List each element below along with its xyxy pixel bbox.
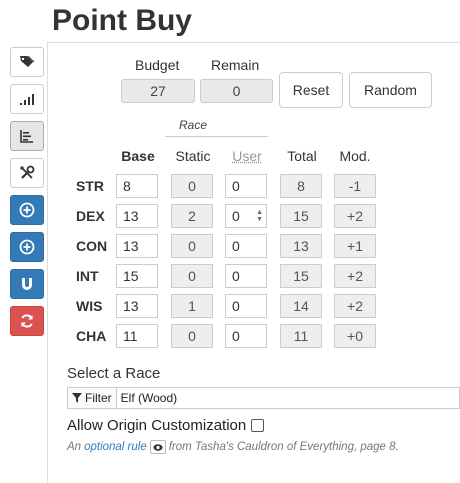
- origin-label: Allow Origin Customization: [67, 417, 247, 434]
- user-input[interactable]: 0: [225, 174, 267, 198]
- total-value: 15: [280, 204, 322, 228]
- race-select-input[interactable]: Elf (Wood): [121, 391, 177, 405]
- origin-row: Allow Origin Customization: [67, 417, 265, 434]
- eye-icon: [153, 443, 163, 451]
- mod-value: +2: [334, 204, 376, 228]
- note-prefix: An: [67, 441, 82, 453]
- stat-label: CON: [76, 238, 108, 254]
- total-value: 13: [280, 234, 322, 258]
- user-input[interactable]: 0: [225, 264, 267, 288]
- note-suffix: from Tasha's Cauldron of Everything, pag…: [168, 441, 399, 453]
- budget-value: 27: [121, 79, 195, 103]
- static-value: 0: [171, 174, 213, 198]
- header-mod: Mod.: [339, 148, 371, 164]
- static-value: 0: [171, 234, 213, 258]
- header-base: Base: [121, 148, 155, 164]
- race-group-divider: [165, 136, 268, 137]
- user-input[interactable]: 0: [225, 294, 267, 318]
- static-value: 0: [171, 324, 213, 348]
- magnet-button[interactable]: [10, 269, 44, 299]
- user-input-focused[interactable]: 0 ▲ ▼: [225, 204, 267, 228]
- total-value: 14: [280, 294, 322, 318]
- base-input[interactable]: 13: [116, 294, 158, 318]
- remain-value: 0: [200, 79, 273, 103]
- static-value: 2: [171, 204, 213, 228]
- refresh-icon: [21, 314, 33, 328]
- budget-label: Budget: [135, 57, 180, 73]
- stat-label: DEX: [76, 208, 105, 224]
- stat-label: STR: [76, 178, 104, 194]
- origin-note: An optional rule from Tasha's Cauldron o…: [67, 440, 399, 454]
- sidebar: [10, 47, 44, 343]
- static-value: 1: [171, 294, 213, 318]
- mod-value: +2: [334, 294, 376, 318]
- race-filter-control: Filter Elf (Wood): [67, 387, 460, 409]
- race-group-label: Race: [178, 118, 207, 132]
- base-input[interactable]: 13: [116, 204, 158, 228]
- select-race-label: Select a Race: [67, 365, 161, 382]
- user-input[interactable]: 0: [225, 324, 267, 348]
- add-button-2[interactable]: [10, 232, 44, 262]
- tools-icon: [20, 165, 35, 179]
- base-input[interactable]: 13: [116, 234, 158, 258]
- mod-value: +2: [334, 264, 376, 288]
- mod-value: +0: [334, 324, 376, 348]
- header-static: Static: [175, 148, 211, 164]
- header-total: Total: [287, 148, 317, 164]
- filter-icon: [72, 393, 82, 403]
- magnet-icon: [22, 278, 32, 290]
- add-button-1[interactable]: [10, 195, 44, 225]
- stat-label: WIS: [76, 298, 103, 314]
- tag-icon: [20, 55, 35, 67]
- reset-button[interactable]: Reset: [279, 72, 343, 108]
- optional-rule-link[interactable]: optional rule: [84, 441, 147, 453]
- random-button[interactable]: Random: [349, 72, 432, 108]
- user-input[interactable]: 0: [225, 234, 267, 258]
- preview-button[interactable]: [149, 440, 166, 454]
- mod-value: -1: [334, 174, 376, 198]
- origin-checkbox[interactable]: [251, 419, 265, 432]
- filter-button[interactable]: Filter: [68, 388, 117, 408]
- user-input-value: 0: [232, 208, 240, 224]
- base-input[interactable]: 15: [116, 264, 158, 288]
- remain-label: Remain: [211, 57, 260, 73]
- plus-circle-icon: [19, 239, 35, 255]
- total-value: 11: [280, 324, 322, 348]
- base-input[interactable]: 11: [116, 324, 158, 348]
- tag-button[interactable]: [10, 47, 44, 77]
- base-input[interactable]: 8: [116, 174, 158, 198]
- mod-value: +1: [334, 234, 376, 258]
- stat-label: INT: [76, 268, 99, 284]
- static-value: 0: [171, 264, 213, 288]
- filter-label: Filter: [85, 391, 112, 405]
- stat-label: CHA: [76, 328, 107, 344]
- reset-all-button[interactable]: [10, 306, 44, 336]
- list-chart-button[interactable]: [10, 121, 44, 151]
- header-user: User: [232, 148, 262, 164]
- spinner-arrows-icon[interactable]: ▲ ▼: [256, 209, 263, 223]
- bar-chart-icon: [20, 94, 34, 105]
- total-value: 8: [280, 174, 322, 198]
- page-title: Point Buy: [52, 4, 192, 37]
- tools-button[interactable]: [10, 158, 44, 188]
- plus-circle-icon: [19, 202, 35, 218]
- total-value: 15: [280, 264, 322, 288]
- list-chart-icon: [20, 130, 33, 143]
- bar-chart-button[interactable]: [10, 84, 44, 114]
